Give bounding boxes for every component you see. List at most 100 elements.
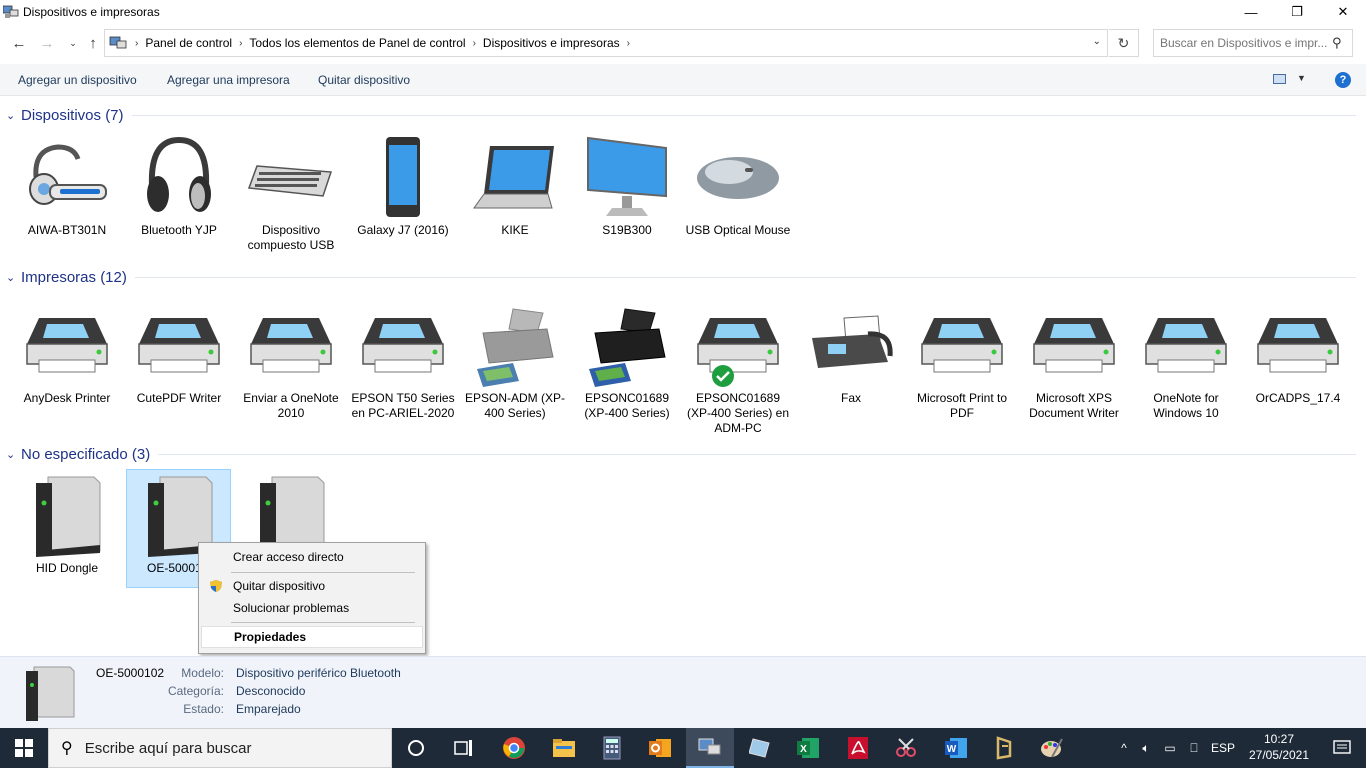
- printer-item[interactable]: OneNote for Windows 10: [1130, 300, 1242, 421]
- device-item[interactable]: AIWA-BT301N: [11, 132, 123, 238]
- group-header-printers[interactable]: ⌄ Impresoras (12): [6, 267, 1356, 287]
- devices-printers-taskbar-icon[interactable]: [686, 728, 734, 768]
- address-dropdown-icon[interactable]: ⌄: [1093, 36, 1101, 47]
- change-view-icon[interactable]: [1273, 74, 1286, 84]
- printer-item[interactable]: EPSONC01689 (XP-400 Series): [571, 300, 683, 421]
- menu-item-troubleshoot[interactable]: Solucionar problemas: [201, 597, 423, 619]
- printer-icon: [1141, 300, 1231, 390]
- control-panel-icon: [109, 36, 127, 49]
- add-device-button[interactable]: Agregar un dispositivo: [18, 73, 137, 87]
- word-icon[interactable]: W: [932, 728, 980, 768]
- up-arrow-icon[interactable]: ↑: [82, 32, 104, 54]
- menu-separator: [231, 622, 415, 623]
- device-item[interactable]: Bluetooth YJP: [123, 132, 235, 238]
- printer-item[interactable]: Microsoft Print to PDF: [906, 300, 1018, 421]
- printer-label: Microsoft Print to PDF: [916, 391, 1008, 420]
- network-icon[interactable]: ⎕: [1182, 741, 1206, 756]
- app-logo-icon[interactable]: [980, 728, 1028, 768]
- paint-icon[interactable]: [1028, 728, 1076, 768]
- device-item[interactable]: Galaxy J7 (2016): [347, 132, 459, 238]
- notepad-icon[interactable]: [736, 728, 784, 768]
- address-bar[interactable]: › Panel de control › Todos los elementos…: [104, 29, 1108, 57]
- printer-label: Microsoft XPS Document Writer: [1029, 391, 1119, 420]
- snipping-tool-icon[interactable]: [882, 728, 930, 768]
- language-indicator[interactable]: ESP: [1206, 741, 1240, 755]
- view-options-chevron-icon[interactable]: ▼: [1297, 73, 1306, 83]
- breadcrumb-separator-icon[interactable]: ›: [235, 38, 246, 49]
- acrobat-icon[interactable]: [834, 728, 882, 768]
- add-printer-button[interactable]: Agregar una impresora: [167, 73, 290, 87]
- forward-arrow-icon[interactable]: →: [36, 32, 58, 54]
- action-center-icon[interactable]: [1318, 728, 1366, 768]
- windows-logo-icon: [15, 739, 33, 757]
- recent-locations-chevron-icon[interactable]: ⌄: [62, 32, 84, 54]
- title-bar: Dispositivos e impresoras — ❐ ✕: [0, 0, 1366, 24]
- show-hidden-icons-chevron-icon[interactable]: ^: [1114, 741, 1134, 755]
- laptop-icon: [470, 132, 560, 222]
- printer-label: OneNote for Windows 10: [1153, 391, 1219, 420]
- printer-item[interactable]: EPSON T50 Series en PC-ARIEL-2020: [347, 300, 459, 421]
- battery-icon[interactable]: ▭: [1158, 741, 1182, 755]
- device-item[interactable]: Dispositivo compuesto USB: [235, 132, 347, 253]
- remove-device-button[interactable]: Quitar dispositivo: [318, 73, 410, 87]
- breadcrumb-control-panel[interactable]: Panel de control: [142, 36, 235, 50]
- mouse-icon: [693, 132, 783, 222]
- printer-item[interactable]: EPSON-ADM (XP-400 Series): [459, 300, 571, 421]
- breadcrumb-devices-printers[interactable]: Dispositivos e impresoras: [480, 36, 623, 50]
- printer-icon: [1029, 300, 1119, 390]
- model-value: Dispositivo periférico Bluetooth: [236, 666, 401, 680]
- device-item[interactable]: USB Optical Mouse: [682, 132, 794, 238]
- collapse-chevron-icon[interactable]: ⌄: [6, 448, 20, 461]
- refresh-icon[interactable]: ↻: [1109, 29, 1139, 57]
- printer-item[interactable]: CutePDF Writer: [123, 300, 235, 406]
- device-item[interactable]: HID Dongle: [11, 470, 123, 576]
- printer-item[interactable]: OrCADPS_17.4: [1242, 300, 1354, 406]
- group-header-unspecified[interactable]: ⌄ No especificado (3): [6, 444, 1356, 464]
- breadcrumb-separator-icon[interactable]: ›: [469, 38, 480, 49]
- close-button[interactable]: ✕: [1320, 0, 1366, 24]
- breadcrumb-all-items[interactable]: Todos los elementos de Panel de control: [246, 36, 468, 50]
- minimize-button[interactable]: —: [1228, 0, 1274, 24]
- back-arrow-icon[interactable]: ←: [8, 32, 30, 54]
- inkjet-gray-icon: [470, 300, 560, 390]
- volume-icon[interactable]: 🔈︎: [1134, 741, 1158, 756]
- taskbar-search[interactable]: ⚲ Escribe aquí para buscar: [48, 728, 392, 768]
- category-label: Categoría:: [167, 684, 224, 698]
- outlook-icon[interactable]: [636, 728, 684, 768]
- generic-device-icon: [22, 470, 112, 560]
- excel-icon[interactable]: X: [784, 728, 832, 768]
- breadcrumb-separator-icon[interactable]: ›: [623, 38, 634, 49]
- device-label: Bluetooth YJP: [141, 223, 217, 237]
- start-button[interactable]: [0, 728, 48, 768]
- group-title-unspecified: No especificado (3): [21, 445, 151, 463]
- collapse-chevron-icon[interactable]: ⌄: [6, 271, 20, 284]
- file-explorer-icon[interactable]: [540, 728, 588, 768]
- status-label: Estado:: [183, 702, 224, 716]
- printer-item[interactable]: Enviar a OneNote 2010: [235, 300, 347, 421]
- clock[interactable]: 10:27 27/05/2021: [1246, 731, 1312, 763]
- device-item[interactable]: KIKE: [459, 132, 571, 238]
- printer-item[interactable]: Fax: [795, 300, 907, 406]
- collapse-chevron-icon[interactable]: ⌄: [6, 109, 20, 122]
- menu-separator: [231, 572, 415, 573]
- device-item[interactable]: S19B300: [571, 132, 683, 238]
- restore-button[interactable]: ❐: [1274, 0, 1320, 24]
- search-box[interactable]: ⚲: [1153, 29, 1353, 57]
- chrome-icon[interactable]: [490, 728, 538, 768]
- printer-item[interactable]: EPSONC01689 (XP-400 Series) en ADM-PC: [682, 300, 794, 436]
- printer-item[interactable]: AnyDesk Printer: [11, 300, 123, 406]
- calculator-icon[interactable]: [588, 728, 636, 768]
- menu-item-properties[interactable]: Propiedades: [201, 626, 423, 648]
- search-input[interactable]: [1160, 36, 1330, 50]
- cortana-icon[interactable]: [392, 728, 440, 768]
- phone-icon: [358, 132, 448, 222]
- task-view-icon[interactable]: [440, 728, 488, 768]
- taskbar-search-placeholder: Escribe aquí para buscar: [84, 739, 252, 757]
- printer-item[interactable]: Microsoft XPS Document Writer: [1018, 300, 1130, 421]
- help-button[interactable]: ?: [1335, 72, 1351, 88]
- search-icon[interactable]: ⚲: [1332, 35, 1342, 51]
- menu-item-remove-device[interactable]: Quitar dispositivo: [201, 575, 423, 597]
- menu-item-create-shortcut[interactable]: Crear acceso directo: [201, 546, 423, 568]
- group-header-devices[interactable]: ⌄ Dispositivos (7): [6, 105, 1356, 125]
- search-icon: ⚲: [61, 740, 73, 757]
